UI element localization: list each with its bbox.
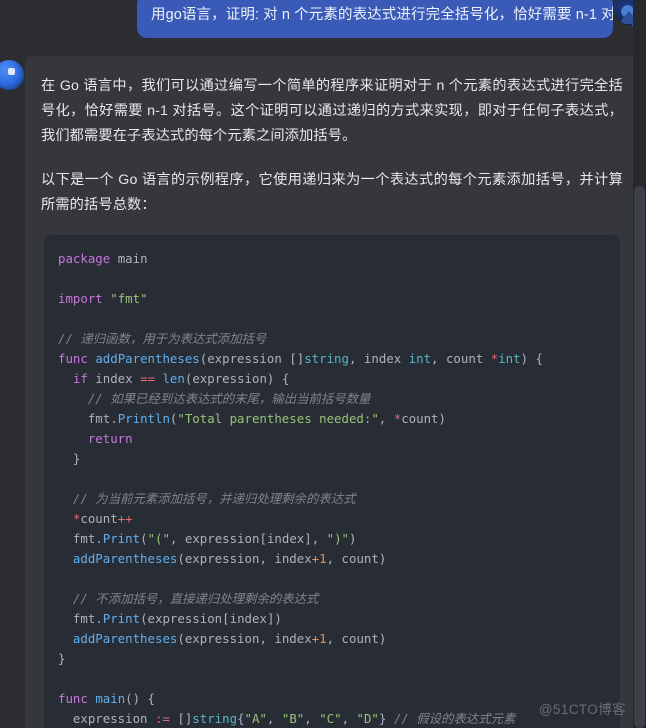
- watermark: @51CTO博客: [538, 702, 626, 717]
- code-block[interactable]: package main import "fmt" // 递归函数，用于为表达式…: [44, 235, 620, 728]
- assistant-paragraph-1: 在 Go 语言中，我们可以通过编写一个简单的程序来证明对于 n 个元素的表达式进…: [41, 78, 623, 144]
- assistant-paragraph-2: 以下是一个 Go 语言的示例程序，它使用递归来为一个表达式的每个元素添加括号，并…: [41, 172, 623, 213]
- code-content: package main import "fmt" // 递归函数，用于为表达式…: [58, 251, 543, 726]
- vertical-scrollbar-track[interactable]: [633, 0, 646, 728]
- user-message-row: 用go语言，证明: 对 n 个元素的表达式进行完全括号化，恰好需要 n-1 对括…: [0, 0, 646, 48]
- chat-window: 用go语言，证明: 对 n 个元素的表达式进行完全括号化，恰好需要 n-1 对括…: [0, 0, 646, 728]
- vertical-scrollbar-thumb[interactable]: [634, 186, 645, 728]
- user-message-bubble: 用go语言，证明: 对 n 个元素的表达式进行完全括号化，恰好需要 n-1 对括…: [137, 0, 613, 38]
- assistant-message-panel: 在 Go 语言中，我们可以通过编写一个简单的程序来证明对于 n 个元素的表达式进…: [25, 56, 639, 728]
- assistant-avatar[interactable]: [0, 60, 24, 90]
